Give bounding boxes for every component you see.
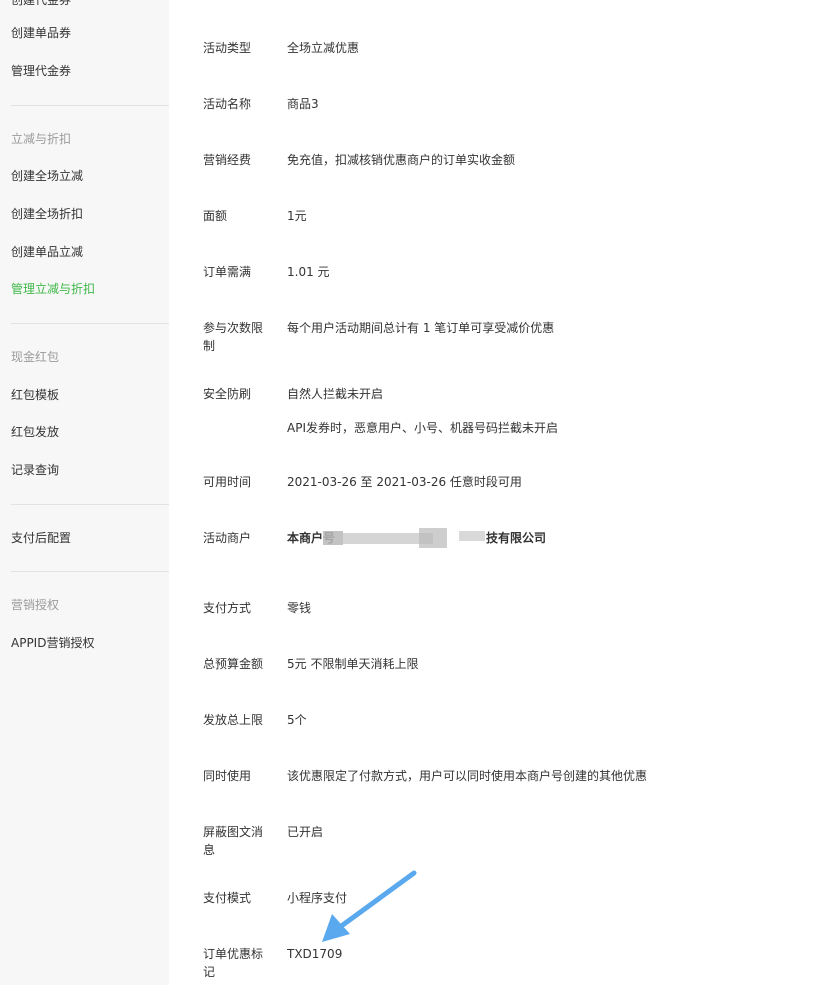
arrow-pointer-icon [322, 870, 417, 942]
